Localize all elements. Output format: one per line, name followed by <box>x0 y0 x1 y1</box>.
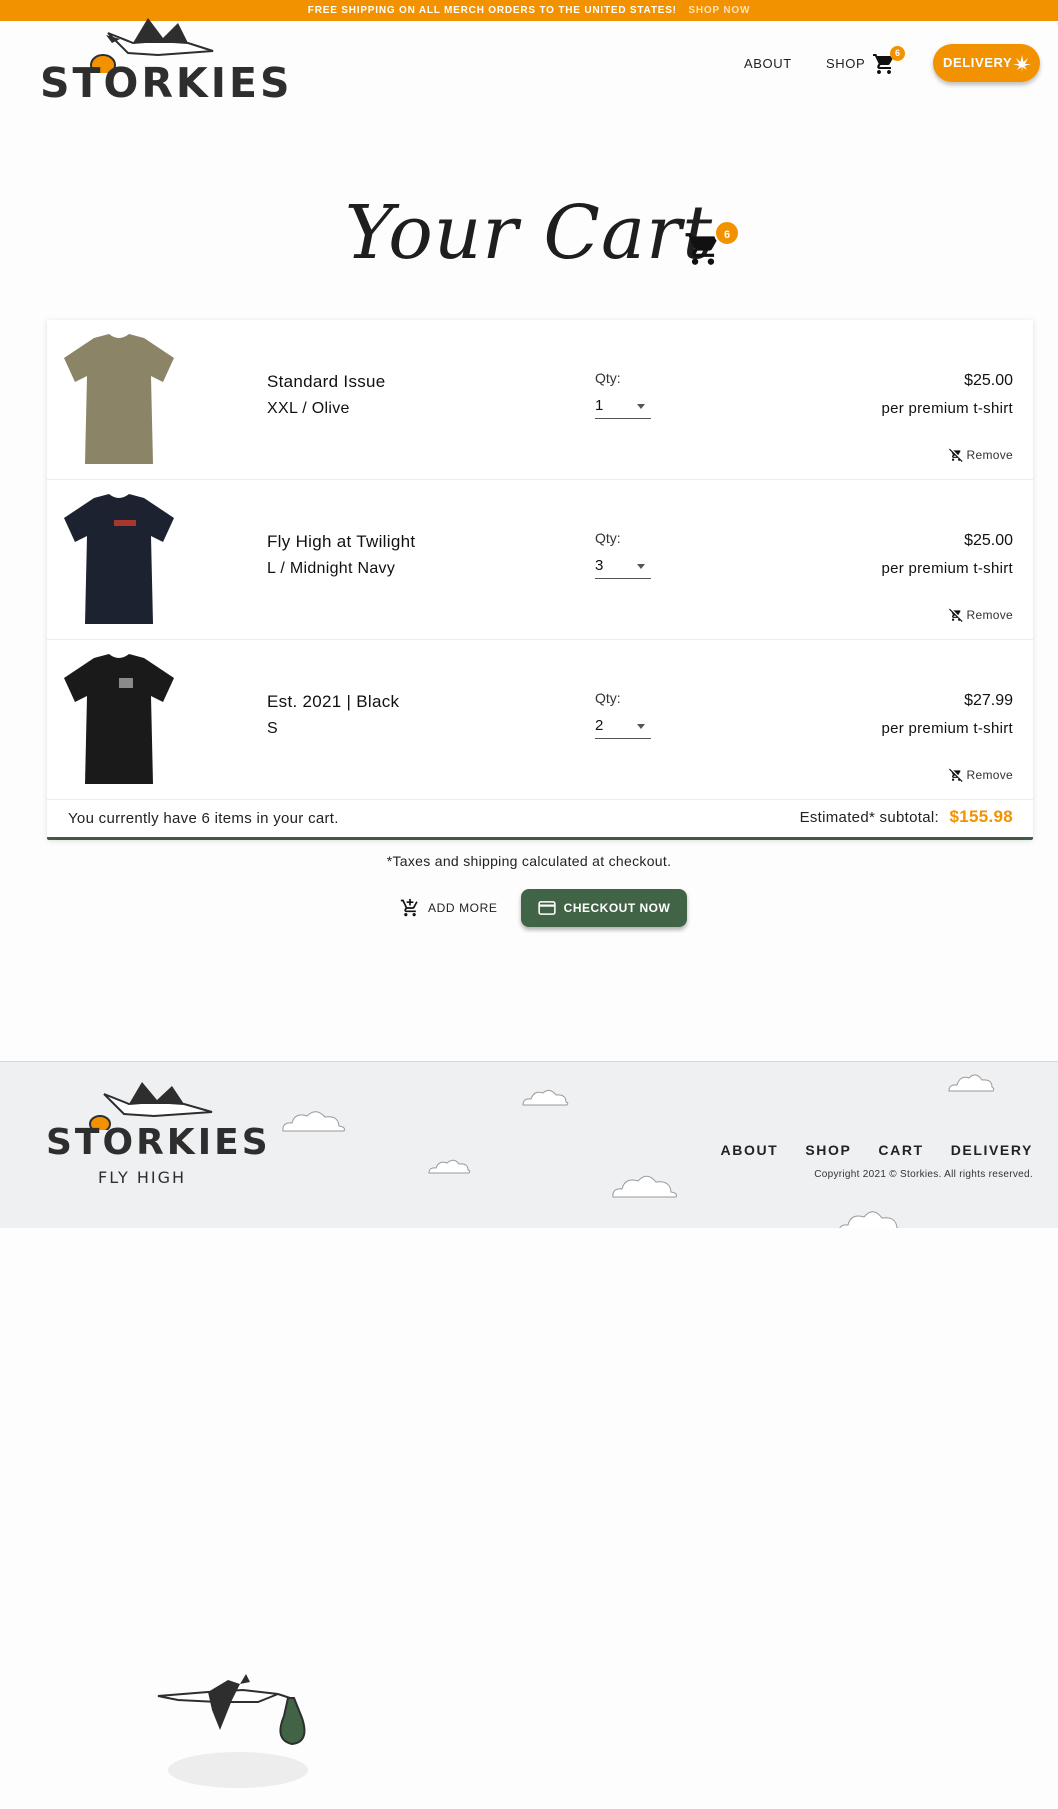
cloud-icon <box>282 1111 345 1132</box>
remove-label: Remove <box>966 768 1013 782</box>
footer-link-delivery[interactable]: DELIVERY <box>951 1142 1033 1158</box>
chevron-down-icon <box>637 564 645 569</box>
remove-button[interactable]: Remove <box>948 608 1013 622</box>
nav-shop[interactable]: SHOP <box>826 56 865 71</box>
remove-cart-icon <box>948 768 963 782</box>
qty-value: 2 <box>595 717 604 734</box>
remove-button[interactable]: Remove <box>948 448 1013 462</box>
qty-value: 1 <box>595 397 604 414</box>
footer-link-about[interactable]: ABOUT <box>721 1142 779 1158</box>
footer-link-cart[interactable]: CART <box>878 1142 923 1158</box>
item-name[interactable]: Est. 2021 | Black <box>267 692 399 712</box>
product-image-tshirt[interactable] <box>59 650 179 788</box>
copyright: Copyright 2021 © Storkies. All rights re… <box>814 1169 1033 1180</box>
checkout-button[interactable]: CHECKOUT NOW <box>521 889 687 927</box>
cloud-icon <box>948 1074 995 1092</box>
chevron-down-icon <box>637 724 645 729</box>
promo-text: FREE SHIPPING ON ALL MERCH ORDERS TO THE… <box>307 5 677 16</box>
credit-card-icon <box>537 901 556 915</box>
remove-cart-icon <box>948 448 963 462</box>
cart-item: Standard Issue XXL / Olive Qty: 1 $25.00… <box>47 320 1033 480</box>
site-header: STORKIES ABOUT SHOP 6 DELIVERY <box>0 18 1058 111</box>
qty-select[interactable]: 1 <box>595 393 651 419</box>
chevron-down-icon <box>637 404 645 409</box>
cart-summary: You currently have 6 items in your cart.… <box>47 800 1033 837</box>
delivery-button[interactable]: DELIVERY <box>933 44 1040 82</box>
page-title: Your Cart <box>344 190 714 276</box>
subtotal-label: Estimated* subtotal: <box>799 809 939 826</box>
cloud-icon <box>839 1211 900 1228</box>
qty-value: 3 <box>595 557 604 574</box>
title-cart-badge: 6 <box>714 220 740 246</box>
item-price: $25.00 <box>964 532 1013 549</box>
subtotal-amount: $155.98 <box>949 807 1013 826</box>
cart-count-badge: 6 <box>890 46 905 61</box>
footer-logo[interactable]: STORKIES FLY HIGH <box>44 1080 268 1190</box>
cloud-icon <box>522 1089 569 1106</box>
remove-cart-icon <box>948 608 963 622</box>
product-image-tshirt[interactable] <box>59 490 179 628</box>
delivery-label: DELIVERY <box>943 55 1013 70</box>
cloud-icon <box>428 1159 471 1174</box>
tax-note: *Taxes and shipping calculated at checko… <box>386 853 672 869</box>
footer-link-shop[interactable]: SHOP <box>805 1142 851 1158</box>
footer-nav: ABOUT SHOP CART DELIVERY <box>721 1142 1033 1158</box>
page-title-wrap: Your Cart <box>0 190 1058 276</box>
qty-select[interactable]: 2 <box>595 713 651 739</box>
nav-cart-button[interactable]: 6 <box>872 46 905 76</box>
item-name[interactable]: Fly High at Twilight <box>267 532 415 552</box>
remove-label: Remove <box>966 608 1013 622</box>
item-price-unit: per premium t-shirt <box>881 400 1013 417</box>
cart-item: Est. 2021 | Black S Qty: 2 $27.99 per pr… <box>47 640 1033 800</box>
logo-wordmark: STORKIES <box>40 59 293 107</box>
add-more-label: ADD MORE <box>428 901 498 915</box>
add-more-button[interactable]: ADD MORE <box>400 896 497 920</box>
title-cart: 6 <box>684 220 740 266</box>
add-shopping-cart-icon <box>400 898 418 917</box>
remove-label: Remove <box>966 448 1013 462</box>
qty-label: Qty: <box>595 370 621 386</box>
footer-logo-wordmark: STORKIES <box>46 1122 271 1163</box>
item-variant: XXL / Olive <box>267 400 350 417</box>
cannabis-leaf-icon <box>1013 55 1031 72</box>
item-count-text: You currently have 6 items in your cart. <box>68 810 339 827</box>
qty-label: Qty: <box>595 530 621 546</box>
item-price-unit: per premium t-shirt <box>881 720 1013 737</box>
flying-stork-illustration <box>157 1674 308 1788</box>
item-variant: S <box>267 720 278 737</box>
qty-label: Qty: <box>595 690 621 706</box>
product-image-tshirt[interactable] <box>59 330 179 468</box>
subtotal: Estimated* subtotal: $155.98 <box>800 807 1013 827</box>
checkout-label: CHECKOUT NOW <box>563 901 671 915</box>
site-logo[interactable]: STORKIES <box>38 13 289 113</box>
site-footer: STORKIES FLY HIGH ABOUT SHOP CART DELIVE… <box>0 1061 1058 1228</box>
footer-logo-tagline: FLY HIGH <box>98 1168 187 1187</box>
item-name[interactable]: Standard Issue <box>267 372 386 392</box>
item-price: $27.99 <box>964 692 1013 709</box>
item-price: $25.00 <box>964 372 1013 389</box>
item-price-unit: per premium t-shirt <box>881 560 1013 577</box>
cart-list: Standard Issue XXL / Olive Qty: 1 $25.00… <box>47 320 1033 840</box>
nav-about[interactable]: ABOUT <box>744 56 792 71</box>
cart-item: Fly High at Twilight L / Midnight Navy Q… <box>47 480 1033 640</box>
remove-button[interactable]: Remove <box>948 768 1013 782</box>
qty-select[interactable]: 3 <box>595 553 651 579</box>
item-variant: L / Midnight Navy <box>267 560 396 577</box>
cloud-icon <box>612 1175 677 1198</box>
promo-shop-now-link[interactable]: SHOP NOW <box>688 5 750 16</box>
